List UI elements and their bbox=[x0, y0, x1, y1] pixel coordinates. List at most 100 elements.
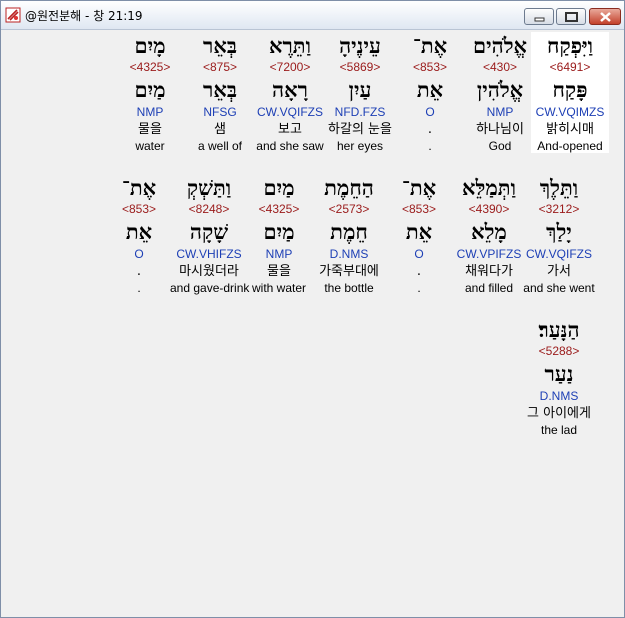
korean-gloss: 그 아이에게 bbox=[527, 406, 591, 421]
lemma-word: מַיִם bbox=[134, 77, 166, 102]
hebrew-word: אֶת־ bbox=[401, 175, 437, 200]
korean-gloss: 물을 bbox=[267, 264, 291, 279]
korean-gloss: . bbox=[416, 264, 422, 279]
korean-gloss: 하나님이 bbox=[476, 122, 524, 137]
english-gloss: and she went bbox=[523, 281, 595, 295]
hebrew-word: וַתֵּלֶךְ bbox=[539, 175, 579, 200]
parsing-code: NFD.FZS bbox=[334, 105, 386, 119]
word-cell[interactable]: וַתַּשְׁקְ <8248> שָׁקָה CW.VHIFZS 마시웠더라 and … bbox=[170, 174, 250, 295]
parsing-code: CW.VHIFZS bbox=[176, 247, 242, 261]
parsing-code: CW.VQIFZS bbox=[257, 105, 323, 119]
strong-number: <853> bbox=[121, 202, 157, 216]
strong-number: <853> bbox=[401, 202, 437, 216]
english-gloss: water bbox=[135, 139, 165, 153]
word-cell[interactable]: אֱלֹהִים <430> אֱלֹהִין NMP 하나님이 God bbox=[461, 32, 539, 153]
strong-number: <5869> bbox=[339, 60, 381, 74]
minimize-button[interactable] bbox=[524, 8, 554, 25]
word-cell[interactable]: וַתְּמַלֵּא <4390> מָלֵא CW.VPIFZS 채워다가 and f… bbox=[450, 174, 528, 295]
english-gloss: and she saw bbox=[256, 139, 324, 153]
strong-number: <4390> bbox=[468, 202, 510, 216]
parsing-code: D.NMS bbox=[539, 389, 579, 403]
parsing-code: CW.VPIFZS bbox=[456, 247, 522, 261]
parsing-code: NMP bbox=[265, 247, 293, 261]
app-icon[interactable] bbox=[5, 7, 21, 23]
korean-gloss: 샘 bbox=[214, 122, 226, 137]
english-gloss: the bottle bbox=[324, 281, 374, 295]
word-cell[interactable]: אֶת־ <853> אֵת O.. bbox=[391, 32, 469, 153]
strong-number: <853> bbox=[412, 60, 448, 74]
strong-number: <4325> bbox=[129, 60, 171, 74]
maximize-icon bbox=[565, 12, 578, 22]
parsing-code: CW.VQIFZS bbox=[526, 247, 592, 261]
english-gloss: And-opened bbox=[537, 139, 603, 153]
korean-gloss: 마시웠더라 bbox=[179, 264, 239, 279]
parsing-code: CW.VQIMZS bbox=[535, 105, 605, 119]
korean-gloss: . bbox=[427, 122, 433, 137]
parsing-code: O bbox=[425, 105, 435, 119]
english-gloss: with water bbox=[251, 281, 307, 295]
word-cell[interactable]: אֶת־ <853> אֵת O.. bbox=[100, 174, 178, 295]
korean-gloss: 물을 bbox=[138, 122, 162, 137]
hebrew-word: הַחֵמֶת bbox=[324, 175, 374, 200]
close-icon bbox=[600, 12, 611, 22]
lemma-word: שָׁקָה bbox=[189, 219, 229, 244]
korean-gloss: 하갈의 눈을 bbox=[328, 122, 392, 137]
korean-gloss: 밝히시매 bbox=[546, 122, 594, 137]
strong-number: <6491> bbox=[549, 60, 591, 74]
word-cell[interactable]: עֵינֶיהָ <5869> עַיִן NFD.FZS 하갈의 눈을 her eyes bbox=[321, 32, 399, 153]
strong-number: <430> bbox=[482, 60, 518, 74]
english-gloss: her eyes bbox=[336, 139, 384, 153]
lemma-word: מַיִם bbox=[263, 219, 295, 244]
word-cell[interactable]: מָיִם <4325> מַיִם NMP 물을 water bbox=[111, 32, 189, 153]
lemma-word: בְּאֵר bbox=[203, 77, 237, 102]
parsing-code: O bbox=[134, 247, 144, 261]
word-cell[interactable]: הַחֵמֶת <2573> חֵמֶת D.NMS 가죽부대에 the bottle bbox=[310, 174, 388, 295]
lemma-word: עַיִן bbox=[348, 77, 372, 102]
word-cell[interactable]: מַיִם <4325> מַיִם NMP 물을 with water bbox=[240, 174, 318, 295]
korean-gloss: . bbox=[136, 264, 142, 279]
hebrew-word: וַתְּמַלֵּא bbox=[462, 175, 516, 200]
korean-gloss: 가죽부대에 bbox=[319, 264, 379, 279]
strong-number: <8248> bbox=[188, 202, 230, 216]
interlinear-panel[interactable]: וַיִּפְקַח <6491> פָּקַח CW.VQIMZS 밝히시매 And-o… bbox=[5, 30, 619, 613]
english-gloss: . bbox=[428, 139, 432, 153]
hebrew-word: וַתֵּרֶא bbox=[269, 33, 311, 58]
word-cell[interactable]: וַתֵּרֶא <7200> רָאָה CW.VQIFZS 보고 and she sa… bbox=[251, 32, 329, 153]
lemma-word: אֱלֹהִין bbox=[476, 77, 524, 102]
word-cell[interactable]: וַיִּפְקַח <6491> פָּקַח CW.VQIMZS 밝히시매 And-o… bbox=[531, 32, 609, 153]
parsing-code: NFSG bbox=[203, 105, 237, 119]
korean-gloss: 채워다가 bbox=[465, 264, 513, 279]
korean-gloss: 가서 bbox=[547, 264, 571, 279]
english-gloss: and filled bbox=[464, 281, 514, 295]
hebrew-word: אֶת־ bbox=[121, 175, 157, 200]
strong-number: <2573> bbox=[328, 202, 370, 216]
lemma-word: נַעַר bbox=[544, 361, 574, 386]
parsing-code: NMP bbox=[486, 105, 514, 119]
hebrew-word: בְּאֵר bbox=[203, 33, 237, 58]
strong-number: <4325> bbox=[258, 202, 300, 216]
english-gloss: and gave-drink bbox=[170, 281, 250, 295]
hebrew-word: מַיִם bbox=[263, 175, 295, 200]
word-cell[interactable]: וַתֵּלֶךְ <3212> יָלַךְ CW.VQIFZS 가서 and she … bbox=[520, 174, 598, 295]
word-cell[interactable]: הַנָּעַר׃ <5288> נַעַר D.NMS 그 아이에게 the lad bbox=[520, 316, 598, 437]
hebrew-word: מָיִם bbox=[134, 33, 166, 58]
strong-number: <5288> bbox=[538, 344, 580, 358]
app-window: @원전분해 - 창 21:19 וַיִּפְקַח <6491> פָּקַח CW… bbox=[0, 0, 625, 618]
english-gloss: a well of bbox=[197, 139, 243, 153]
hebrew-word: וַתַּשְׁקְ bbox=[186, 175, 232, 200]
strong-number: <875> bbox=[202, 60, 238, 74]
korean-gloss: 보고 bbox=[278, 122, 302, 137]
parsing-code: D.NMS bbox=[329, 247, 369, 261]
lemma-word: יָלַךְ bbox=[546, 219, 572, 244]
hebrew-word: אֱלֹהִים bbox=[473, 33, 527, 58]
title-bar[interactable]: @원전분해 - 창 21:19 bbox=[1, 1, 624, 30]
maximize-button[interactable] bbox=[556, 8, 586, 25]
hebrew-word: וַיִּפְקַח bbox=[547, 33, 593, 58]
lemma-word: אֵת bbox=[416, 77, 444, 102]
lemma-word: מָלֵא bbox=[471, 219, 507, 244]
english-gloss: . bbox=[137, 281, 141, 295]
close-button[interactable] bbox=[589, 8, 621, 25]
word-cell[interactable]: בְּאֵר <875> בְּאֵר NFSG 샘 a well of bbox=[181, 32, 259, 153]
word-cell[interactable]: אֶת־ <853> אֵת O.. bbox=[380, 174, 458, 295]
window-title: @원전분해 - 창 21:19 bbox=[25, 9, 143, 23]
